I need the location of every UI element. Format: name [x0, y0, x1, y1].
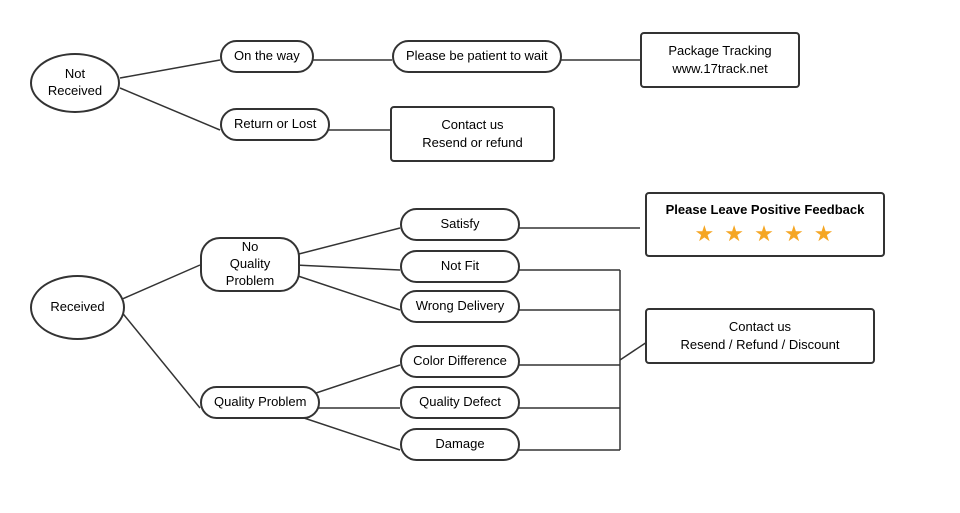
color-difference-node: Color Difference	[400, 345, 520, 378]
wrong-delivery-node: Wrong Delivery	[400, 290, 520, 323]
no-quality-problem-label: No Quality Problem	[212, 239, 288, 290]
color-difference-label: Color Difference	[413, 353, 507, 370]
contact-resend-refund-discount-label: Contact us Resend / Refund / Discount	[681, 318, 840, 354]
satisfy-node: Satisfy	[400, 208, 520, 241]
contact-resend-refund-label: Contact us Resend or refund	[422, 116, 522, 152]
no-quality-problem-node: No Quality Problem	[200, 237, 300, 292]
damage-node: Damage	[400, 428, 520, 461]
wrong-delivery-label: Wrong Delivery	[416, 298, 505, 315]
stars-display: ★ ★ ★ ★ ★	[661, 221, 869, 247]
patient-wait-label: Please be patient to wait	[406, 48, 548, 65]
return-or-lost-node: Return or Lost	[220, 108, 330, 141]
feedback-box: Please Leave Positive Feedback ★ ★ ★ ★ ★	[645, 192, 885, 257]
not-received-node: Not Received	[30, 53, 120, 113]
quality-problem-label: Quality Problem	[214, 394, 306, 411]
quality-defect-node: Quality Defect	[400, 386, 520, 419]
received-node: Received	[30, 275, 125, 340]
not-fit-label: Not Fit	[441, 258, 479, 275]
on-the-way-label: On the way	[234, 48, 300, 65]
patient-wait-node: Please be patient to wait	[392, 40, 562, 73]
on-the-way-node: On the way	[220, 40, 314, 73]
package-tracking-label: Package Tracking www.17track.net	[668, 42, 771, 78]
return-or-lost-label: Return or Lost	[234, 116, 316, 133]
contact-resend-refund-discount-node: Contact us Resend / Refund / Discount	[645, 308, 875, 364]
package-tracking-node: Package Tracking www.17track.net	[640, 32, 800, 88]
quality-problem-node: Quality Problem	[200, 386, 320, 419]
quality-defect-label: Quality Defect	[419, 394, 501, 411]
not-received-label: Not Received	[48, 66, 102, 100]
satisfy-label: Satisfy	[440, 216, 479, 233]
not-fit-node: Not Fit	[400, 250, 520, 283]
received-label: Received	[50, 299, 104, 316]
contact-resend-refund-node: Contact us Resend or refund	[390, 106, 555, 162]
damage-label: Damage	[435, 436, 484, 453]
feedback-label: Please Leave Positive Feedback	[661, 202, 869, 217]
